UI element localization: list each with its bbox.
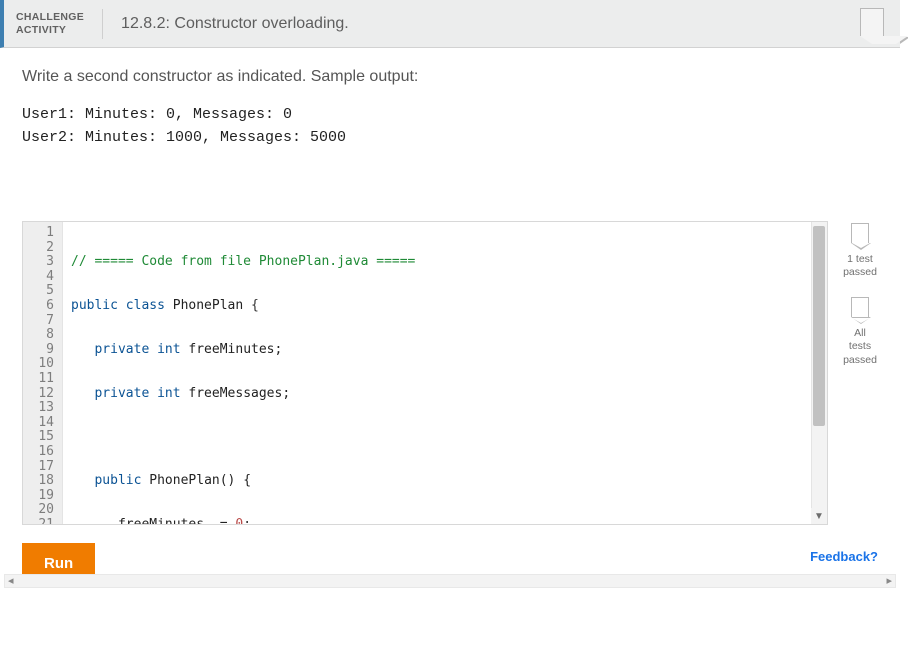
challenge-tag: CHALLENGE ACTIVITY [16, 11, 102, 35]
editor-row: 1 2 3 4 5 6 7 8 9 10 11 12 13 14 [22, 221, 878, 525]
code-line [71, 430, 827, 445]
prompt-text: Write a second constructor as indicated.… [22, 68, 878, 86]
header-divider [102, 9, 103, 39]
challenge-tag-line1: CHALLENGE [16, 11, 84, 23]
challenge-header: CHALLENGE ACTIVITY 12.8.2: Constructor o… [0, 0, 900, 48]
challenge-frame: CHALLENGE ACTIVITY 12.8.2: Constructor o… [0, 0, 900, 594]
line-number: 20 [27, 503, 54, 518]
code-line: private int freeMinutes; [71, 343, 827, 358]
line-number: 13 [27, 401, 54, 416]
line-number: 7 [27, 314, 54, 329]
line-number: 18 [27, 474, 54, 489]
completion-badge [860, 8, 886, 38]
horizontal-scrollbar[interactable] [4, 574, 896, 588]
all-tests-passed-label: All tests passed [842, 327, 878, 366]
code-editor[interactable]: 1 2 3 4 5 6 7 8 9 10 11 12 13 14 [22, 221, 828, 525]
code-line: public class PhonePlan { [71, 299, 827, 314]
line-number: 5 [27, 284, 54, 299]
challenge-title: 12.8.2: Constructor overloading. [121, 15, 349, 33]
line-number: 9 [27, 343, 54, 358]
shield-icon [851, 297, 869, 317]
sample-output: User1: Minutes: 0, Messages: 0 User2: Mi… [22, 104, 878, 149]
line-number: 8 [27, 328, 54, 343]
code-area[interactable]: // ===== Code from file PhonePlan.java =… [63, 222, 827, 524]
one-test-passed-label: 1 test passed [842, 253, 878, 279]
line-number: 4 [27, 270, 54, 285]
gutter: 1 2 3 4 5 6 7 8 9 10 11 12 13 14 [23, 222, 63, 524]
line-number: 14 [27, 416, 54, 431]
page-scroll-container[interactable]: CHALLENGE ACTIVITY 12.8.2: Constructor o… [0, 0, 908, 656]
scroll-down-icon[interactable]: ▼ [811, 508, 827, 524]
code-line: freeMinutes = 0; [71, 518, 827, 524]
code-line: public PhonePlan() { [71, 474, 827, 489]
vertical-scrollbar[interactable]: ▼ [811, 222, 827, 524]
line-number: 6 [27, 299, 54, 314]
line-number: 16 [27, 445, 54, 460]
line-number: 12 [27, 387, 54, 402]
shield-icon [860, 8, 884, 36]
challenge-tag-line2: ACTIVITY [16, 24, 84, 36]
line-number: 3 [27, 255, 54, 270]
code-line: // ===== Code from file PhonePlan.java =… [71, 255, 827, 270]
feedback-link[interactable]: Feedback? [810, 549, 878, 564]
code-line: private int freeMessages; [71, 387, 827, 402]
scrollbar-thumb[interactable] [813, 226, 825, 426]
test-status-sidebar: 1 test passed All tests passed [828, 221, 878, 525]
line-number: 1 [27, 226, 54, 241]
line-number: 15 [27, 430, 54, 445]
line-number: 11 [27, 372, 54, 387]
line-number: 19 [27, 489, 54, 504]
shield-icon [851, 223, 869, 243]
line-number: 10 [27, 357, 54, 372]
line-number: 2 [27, 241, 54, 256]
challenge-content: Write a second constructor as indicated.… [0, 48, 900, 594]
line-number: 17 [27, 460, 54, 475]
line-number: 21 [27, 518, 54, 524]
